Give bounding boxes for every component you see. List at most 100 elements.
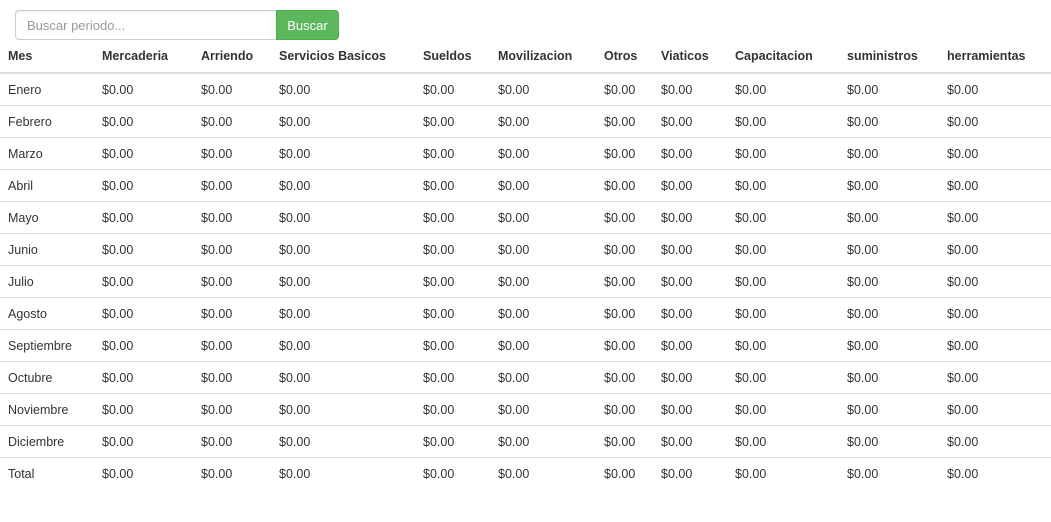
amount-cell: $0.00 (596, 137, 653, 170)
amount-cell: $0.00 (939, 457, 1051, 489)
amount-cell: $0.00 (423, 82, 455, 97)
column-header-servicios-basicos: Servicios Basicos (271, 40, 415, 74)
search-button[interactable]: Buscar (276, 10, 339, 40)
amount-cell: $0.00 (604, 82, 636, 97)
amount-cell: $0.00 (498, 82, 530, 97)
amount-cell: $0.00 (201, 82, 233, 97)
amount-cell: $0.00 (415, 105, 490, 138)
amount-cell: $0.00 (94, 329, 193, 362)
table-row: Julio $0.00 $0.00 $0.00 $0.00 $0.00 $0.00 $0.00… (0, 265, 1051, 298)
amount-cell: $0.00 (415, 457, 490, 489)
amount-cell: $0.00 (271, 169, 415, 202)
amount-cell: $0.00 (653, 169, 727, 202)
amount-cell: $0.00 (193, 201, 271, 234)
amount-cell: $0.00 (415, 425, 490, 458)
amount-cell: $0.00 (727, 297, 839, 330)
amount-cell: $0.00 (94, 361, 193, 394)
amount-cell: $0.00 (94, 457, 193, 489)
table-row: Febrero $0.00 $0.00 $0.00 $0.00 $0.00 $0.00 $0.… (0, 105, 1051, 138)
column-header-month: Mes (0, 40, 94, 74)
amount-cell: $0.00 (939, 137, 1051, 170)
table-body: Enero $0.00 $0.00 $0.00 $0.00 $0.00 $0.00 $0.00… (0, 73, 1051, 489)
amount-cell: $0.00 (415, 169, 490, 202)
table-row: Enero $0.00 $0.00 $0.00 $0.00 $0.00 $0.00 $0.00… (0, 73, 1051, 106)
amount-cell: $0.00 (490, 425, 596, 458)
expenses-table: Mes Mercaderia Arriendo Servicios Basicos Su… (0, 40, 1051, 489)
amount-cell: $0.00 (279, 82, 311, 97)
amount-cell: $0.00 (727, 233, 839, 266)
amount-cell: $0.00 (193, 297, 271, 330)
amount-cell: $0.00 (490, 457, 596, 489)
table-row: Junio $0.00 $0.00 $0.00 $0.00 $0.00 $0.00 $0.00… (0, 233, 1051, 266)
amount-cell: $0.00 (271, 105, 415, 138)
amount-cell: $0.00 (271, 265, 415, 298)
amount-cell: $0.00 (490, 297, 596, 330)
amount-cell: $0.00 (94, 233, 193, 266)
search-input[interactable] (15, 10, 276, 40)
month-cell: Enero (8, 82, 42, 97)
amount-cell: $0.00 (94, 169, 193, 202)
amount-cell: $0.00 (415, 393, 490, 426)
amount-cell: $0.00 (415, 329, 490, 362)
amount-cell: $0.00 (727, 393, 839, 426)
amount-cell: $0.00 (839, 361, 939, 394)
amount-cell: $0.00 (271, 297, 415, 330)
column-header-suministros: suministros (839, 40, 939, 74)
amount-cell: $0.00 (727, 265, 839, 298)
amount-cell: $0.00 (193, 329, 271, 362)
amount-cell: $0.00 (653, 233, 727, 266)
amount-cell: $0.00 (939, 169, 1051, 202)
amount-cell: $0.00 (596, 329, 653, 362)
amount-cell: $0.00 (939, 393, 1051, 426)
amount-cell: $0.00 (193, 137, 271, 170)
amount-cell: $0.00 (94, 137, 193, 170)
amount-cell: $0.00 (193, 265, 271, 298)
amount-cell: $0.00 (415, 265, 490, 298)
amount-cell: $0.00 (271, 425, 415, 458)
table-row: Mayo $0.00 $0.00 $0.00 $0.00 $0.00 $0.00 $0.00 $… (0, 201, 1051, 234)
amount-cell: $0.00 (939, 361, 1051, 394)
amount-cell: $0.00 (939, 329, 1051, 362)
table-header-row: Mes Mercaderia Arriendo Servicios Basicos Su… (0, 40, 1051, 74)
amount-cell: $0.00 (596, 361, 653, 394)
amount-cell: $0.00 (94, 393, 193, 426)
table-row: Septiembre $0.00 $0.00 $0.00 $0.00 $0.00 $0.00… (0, 329, 1051, 362)
amount-cell: $0.00 (596, 201, 653, 234)
month-cell: Septiembre (0, 329, 94, 362)
amount-cell: $0.00 (839, 233, 939, 266)
amount-cell: $0.00 (839, 297, 939, 330)
amount-cell: $0.00 (596, 105, 653, 138)
amount-cell: $0.00 (661, 82, 693, 97)
amount-cell: $0.00 (102, 82, 134, 97)
amount-cell: $0.00 (839, 265, 939, 298)
amount-cell: $0.00 (596, 265, 653, 298)
month-cell: Octubre (0, 361, 94, 394)
amount-cell: $0.00 (727, 329, 839, 362)
amount-cell: $0.00 (653, 201, 727, 234)
month-cell: Julio (0, 265, 94, 298)
amount-cell: $0.00 (653, 361, 727, 394)
amount-cell: $0.00 (727, 457, 839, 489)
amount-cell: $0.00 (490, 329, 596, 362)
amount-cell: $0.00 (193, 457, 271, 489)
table-row: Agosto $0.00 $0.00 $0.00 $0.00 $0.00 $0.00 $0.0… (0, 297, 1051, 330)
amount-cell: $0.00 (415, 233, 490, 266)
amount-cell: $0.00 (653, 457, 727, 489)
amount-cell: $0.00 (271, 233, 415, 266)
amount-cell: $0.00 (727, 137, 839, 170)
column-header-otros: Otros (596, 40, 653, 74)
amount-cell: $0.00 (727, 169, 839, 202)
amount-cell: $0.00 (271, 137, 415, 170)
amount-cell: $0.00 (596, 233, 653, 266)
amount-cell: $0.00 (947, 82, 979, 97)
table-row: Diciembre $0.00 $0.00 $0.00 $0.00 $0.00 $0.00 $… (0, 425, 1051, 458)
amount-cell: $0.00 (653, 393, 727, 426)
column-header-sueldos: Sueldos (415, 40, 490, 74)
amount-cell: $0.00 (839, 105, 939, 138)
amount-cell: $0.00 (490, 137, 596, 170)
month-cell: Febrero (0, 105, 94, 138)
amount-cell: $0.00 (735, 82, 767, 97)
amount-cell: $0.00 (94, 265, 193, 298)
amount-cell: $0.00 (490, 361, 596, 394)
amount-cell: $0.00 (727, 201, 839, 234)
